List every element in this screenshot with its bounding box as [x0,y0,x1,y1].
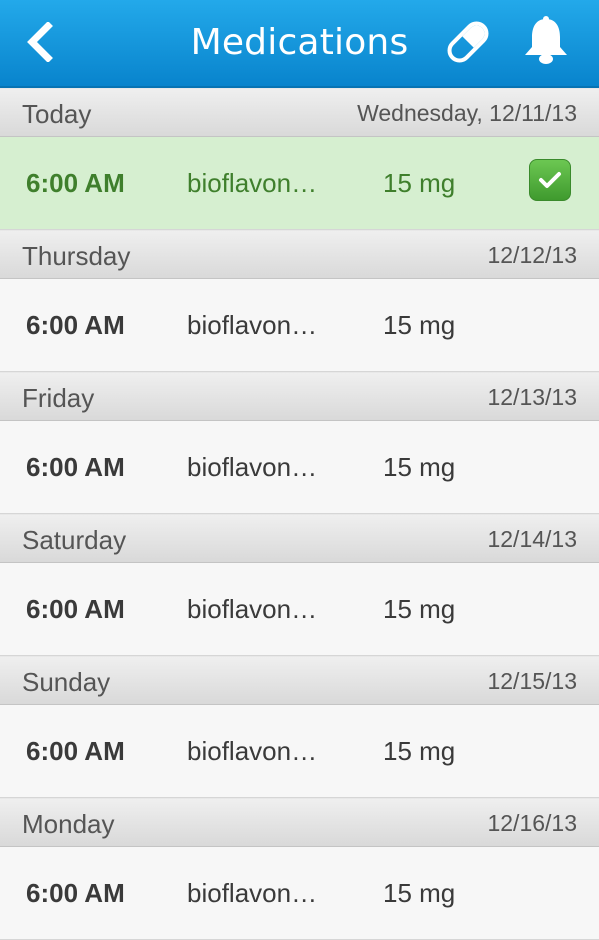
medications-button[interactable] [436,0,500,88]
section-date-label: 12/15/13 [487,668,577,694]
medication-name: bioflavon… [187,168,318,198]
medication-row[interactable]: 6:00 AM bioflavon… 15 mg [0,705,599,798]
reminders-button[interactable] [514,0,578,88]
section-day-label: Sunday [22,667,111,697]
page-title: Medications [190,22,409,63]
section-day-label: Today [22,99,92,129]
dose-amount: 15 mg [383,736,456,766]
medication-schedule-list: Today Wednesday, 12/11/13 6:00 AM biofla… [0,88,599,940]
medication-row[interactable]: 6:00 AM bioflavon… 15 mg [0,421,599,514]
dose-amount: 15 mg [383,168,456,198]
taken-checkbox[interactable] [529,159,571,201]
navigation-bar: Medications [0,0,599,88]
section-date-label: 12/13/13 [487,384,577,410]
medication-row[interactable]: 6:00 AM bioflavon… 15 mg [0,279,599,372]
dose-time: 6:00 AM [26,736,125,766]
section-header-today: Today Wednesday, 12/11/13 [0,88,599,137]
dose-amount: 15 mg [383,878,456,908]
section-date-label: Wednesday, 12/11/13 [357,100,577,126]
medication-row[interactable]: 6:00 AM bioflavon… 15 mg [0,847,599,940]
medication-name: bioflavon… [187,878,318,908]
dose-time: 6:00 AM [26,168,125,198]
medication-name: bioflavon… [187,452,318,482]
medication-row[interactable]: 6:00 AM bioflavon… 15 mg [0,563,599,656]
section-date-label: 12/14/13 [487,526,577,552]
dose-time: 6:00 AM [26,878,125,908]
section-header-saturday: Saturday 12/14/13 [0,514,599,563]
medication-row[interactable]: 6:00 AM bioflavon… 15 mg [0,137,599,230]
section-header-friday: Friday 12/13/13 [0,372,599,421]
bell-icon [520,15,572,74]
section-day-label: Friday [22,383,95,413]
section-header-thursday: Thursday 12/12/13 [0,230,599,279]
section-date-label: 12/12/13 [487,242,577,268]
medication-name: bioflavon… [187,594,318,624]
pill-icon [442,16,494,73]
dose-amount: 15 mg [383,310,456,340]
dose-amount: 15 mg [383,594,456,624]
dose-amount: 15 mg [383,452,456,482]
dose-time: 6:00 AM [26,594,125,624]
dose-time: 6:00 AM [26,452,125,482]
section-header-monday: Monday 12/16/13 [0,798,599,847]
medication-name: bioflavon… [187,736,318,766]
medication-name: bioflavon… [187,310,318,340]
section-day-label: Thursday [22,241,131,271]
section-day-label: Monday [22,809,115,839]
checkmark-icon [539,172,561,188]
section-header-sunday: Sunday 12/15/13 [0,656,599,705]
section-date-label: 12/16/13 [487,810,577,836]
dose-time: 6:00 AM [26,310,125,340]
section-day-label: Saturday [22,525,127,555]
